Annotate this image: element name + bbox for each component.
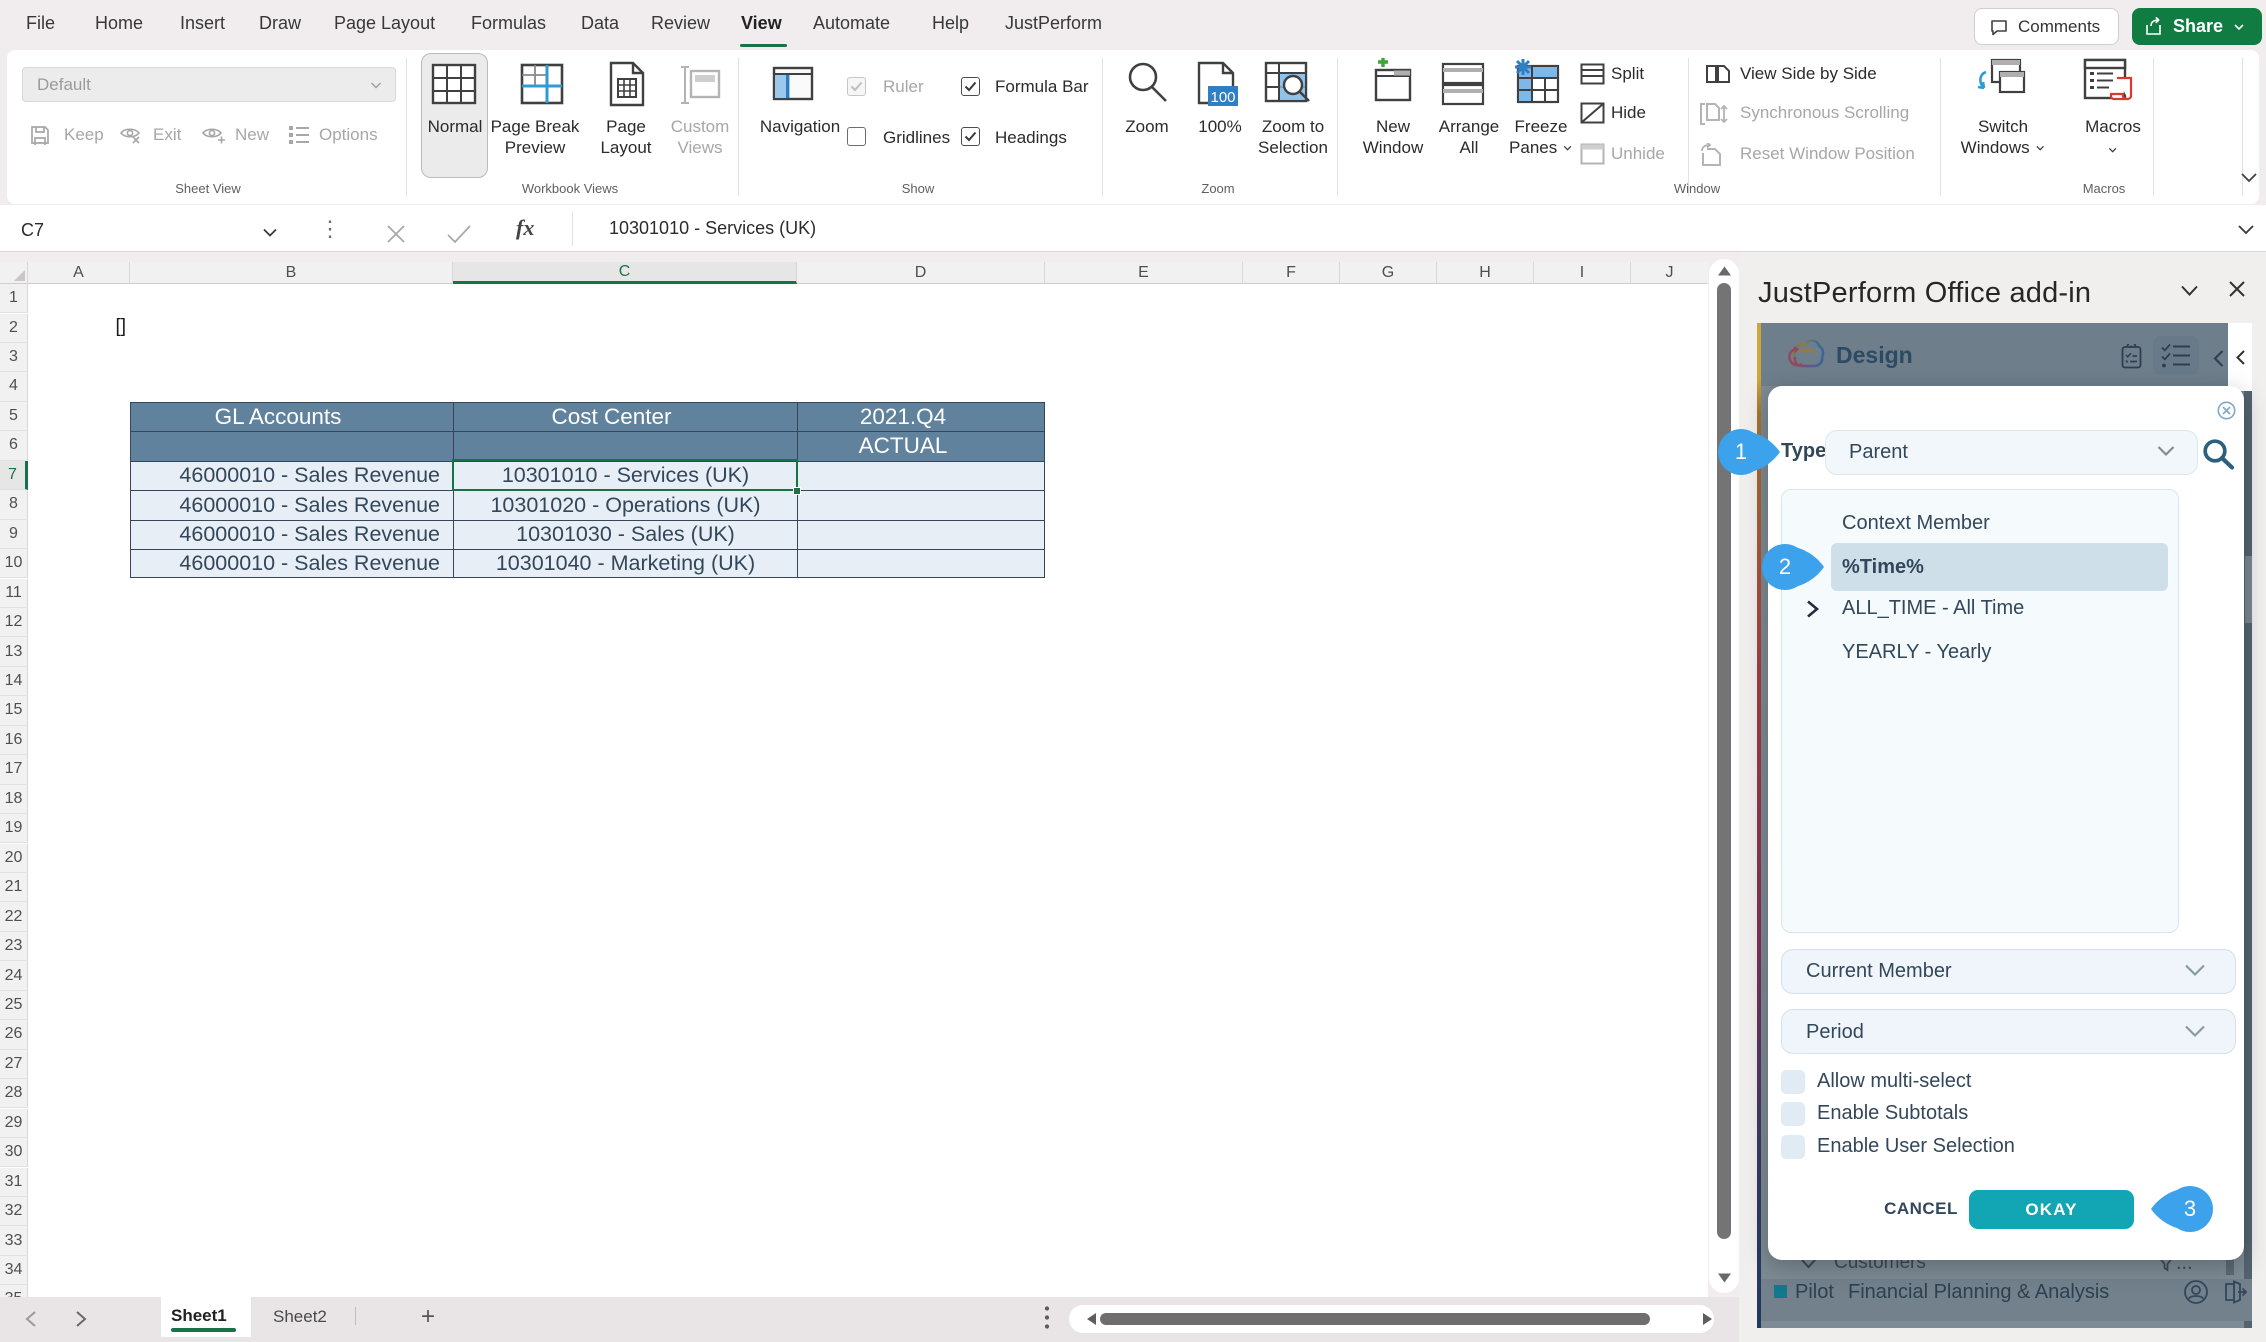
svg-text:1: 1	[1735, 439, 1747, 464]
svg-text:100: 100	[1210, 89, 1235, 106]
svg-text:2: 2	[1779, 554, 1791, 579]
svg-text:3: 3	[2184, 1196, 2196, 1221]
